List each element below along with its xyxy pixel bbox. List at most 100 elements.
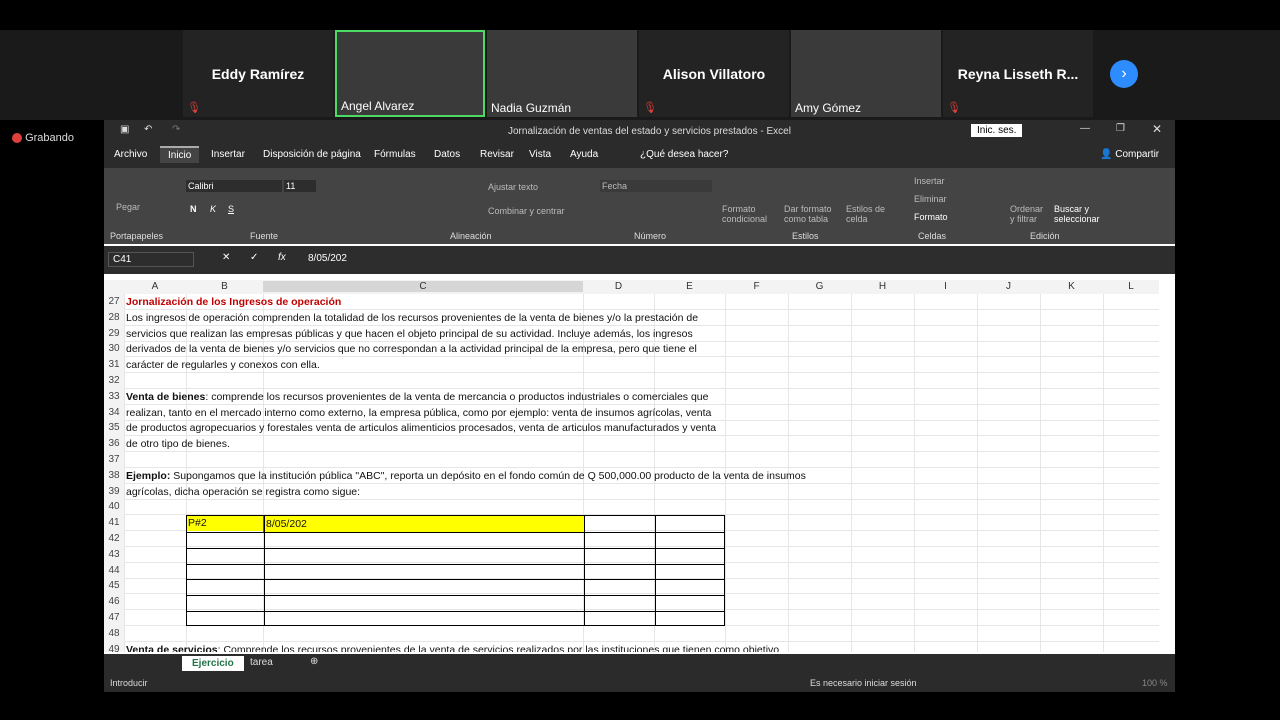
tab-ayuda[interactable]: Ayuda xyxy=(570,149,598,160)
row-number[interactable]: 28 xyxy=(104,309,124,326)
close-icon[interactable]: ✕ xyxy=(1152,122,1162,136)
cell-text[interactable]: derivados de la venta de bienes y/o serv… xyxy=(126,341,697,357)
column-header[interactable]: K xyxy=(1040,281,1103,292)
next-participants-button[interactable]: › xyxy=(1110,60,1138,88)
zoom-level[interactable]: 100 % xyxy=(1142,678,1168,688)
participant-tile[interactable]: Alison Villatoro 🎙 xyxy=(639,30,789,117)
underline-button[interactable]: S xyxy=(228,204,234,214)
row-number[interactable]: 27 xyxy=(104,294,124,310)
row-number[interactable]: 41 xyxy=(104,515,124,532)
row-number[interactable]: 42 xyxy=(104,531,124,547)
worksheet-grid[interactable]: 27 Jornalización de los Ingresos de opera… xyxy=(104,294,1159,652)
row-number[interactable]: 43 xyxy=(104,546,124,563)
bold-button[interactable]: N xyxy=(190,204,197,214)
tab-formulas[interactable]: Fórmulas xyxy=(374,149,416,160)
minimize-icon[interactable]: — xyxy=(1080,123,1090,134)
cell-text[interactable]: servicios que realizan las empresas públ… xyxy=(126,326,693,342)
participant-tile[interactable]: Amy Gómez xyxy=(791,30,941,117)
row-number[interactable]: 36 xyxy=(104,436,124,453)
restore-icon[interactable]: ❐ xyxy=(1116,123,1125,134)
tab-disposicion[interactable]: Disposición de página xyxy=(263,149,361,160)
font-dropdown[interactable]: Calibri xyxy=(186,180,282,192)
participant-tile[interactable]: Angel Alvarez xyxy=(335,30,485,117)
sheet-tab-tarea[interactable]: tarea xyxy=(250,657,273,668)
cell-c41[interactable]: 8/05/202 xyxy=(263,515,585,534)
row-number[interactable]: 46 xyxy=(104,594,124,611)
cell-text[interactable]: de otro tipo de bienes. xyxy=(126,436,230,452)
share-button[interactable]: 👤 Compartir xyxy=(1100,149,1159,160)
undo-icon[interactable]: ↶ xyxy=(144,124,152,135)
cell-text[interactable]: de productos agropecuarios y forestales … xyxy=(126,420,716,436)
participant-tile[interactable]: Reyna Lisseth R... 🎙 xyxy=(943,30,1093,117)
add-sheet-icon[interactable]: ⊕ xyxy=(310,656,318,667)
signin-button[interactable]: Inic. ses. xyxy=(971,124,1023,137)
column-header[interactable]: J xyxy=(977,281,1040,292)
cell-text[interactable]: agrícolas, dicha operación se registra c… xyxy=(126,484,360,500)
tab-insertar[interactable]: Insertar xyxy=(211,149,245,160)
row-number[interactable]: 35 xyxy=(104,420,124,437)
column-header[interactable]: C xyxy=(263,281,583,292)
cell-text[interactable]: Ejemplo: Supongamos que la institución p… xyxy=(126,468,806,484)
enter-icon[interactable]: ✓ xyxy=(250,252,258,263)
cancel-icon[interactable]: ✕ xyxy=(222,252,230,263)
conditional-format-button[interactable]: Formato condicional xyxy=(722,204,772,224)
row-number[interactable]: 38 xyxy=(104,467,124,484)
wrap-text-button[interactable]: Ajustar texto xyxy=(488,182,538,192)
delete-cells-button[interactable]: Eliminar xyxy=(914,194,947,204)
paste-button[interactable]: Pegar xyxy=(116,202,140,212)
format-cells-button[interactable]: Formato xyxy=(914,212,948,222)
column-header[interactable]: D xyxy=(583,281,654,292)
participant-tile[interactable]: Nadia Guzmán xyxy=(487,30,637,117)
formula-input[interactable]: 8/05/202 xyxy=(308,253,347,264)
row-number[interactable]: 30 xyxy=(104,341,124,358)
insert-cells-button[interactable]: Insertar xyxy=(914,176,945,186)
cell-text[interactable]: Los ingresos de operación comprenden la … xyxy=(126,310,698,326)
cell-b41[interactable]: P#2 xyxy=(186,515,265,532)
number-format-dropdown[interactable]: Fecha xyxy=(600,180,712,192)
tab-inicio[interactable]: Inicio xyxy=(160,146,200,163)
function-icon[interactable]: fx xyxy=(278,252,286,263)
row-number[interactable]: 45 xyxy=(104,578,124,595)
column-header[interactable]: H xyxy=(851,281,914,292)
row-number[interactable]: 39 xyxy=(104,483,124,500)
row-number[interactable]: 29 xyxy=(104,325,124,342)
row-number[interactable]: 44 xyxy=(104,562,124,579)
column-header[interactable]: E xyxy=(654,281,725,292)
row-number[interactable]: 34 xyxy=(104,404,124,421)
sheet-tab-ejercicio[interactable]: Ejercicio xyxy=(182,656,244,671)
cell-styles-button[interactable]: Estilos de celda xyxy=(846,204,886,224)
save-icon[interactable]: ▣ xyxy=(120,124,129,135)
tab-vista[interactable]: Vista xyxy=(529,149,551,160)
redo-icon[interactable]: ↷ xyxy=(172,124,180,135)
row-number[interactable]: 49 xyxy=(104,641,124,652)
tab-revisar[interactable]: Revisar xyxy=(480,149,514,160)
tell-me-search[interactable]: ¿Qué desea hacer? xyxy=(640,149,728,160)
tab-datos[interactable]: Datos xyxy=(434,149,460,160)
cell-text[interactable]: Venta de bienes: comprende los recursos … xyxy=(126,389,708,405)
row-number[interactable]: 48 xyxy=(104,625,124,642)
row-number[interactable]: 47 xyxy=(104,610,124,626)
merge-center-button[interactable]: Combinar y centrar xyxy=(488,206,565,216)
row-number[interactable]: 33 xyxy=(104,388,124,405)
row-number[interactable]: 40 xyxy=(104,499,124,516)
column-header[interactable]: B xyxy=(186,281,263,292)
format-as-table-button[interactable]: Dar formato como tabla xyxy=(784,204,840,224)
tab-archivo[interactable]: Archivo xyxy=(114,149,147,160)
column-header[interactable]: I xyxy=(914,281,977,292)
participant-tile[interactable]: Eddy Ramírez 🎙 xyxy=(183,30,333,117)
row-number[interactable]: 32 xyxy=(104,373,124,389)
column-header[interactable]: G xyxy=(788,281,851,292)
italic-button[interactable]: K xyxy=(210,204,216,214)
column-header[interactable]: F xyxy=(725,281,788,292)
cell-text[interactable]: Jornalización de los Ingresos de operaci… xyxy=(126,294,341,310)
find-select-button[interactable]: Buscar y seleccionar xyxy=(1054,204,1114,224)
column-header[interactable]: L xyxy=(1103,281,1159,292)
row-number[interactable]: 37 xyxy=(104,452,124,468)
row-number[interactable]: 31 xyxy=(104,357,124,374)
font-size-dropdown[interactable]: 11 xyxy=(284,180,316,192)
name-box[interactable]: C41 xyxy=(108,252,194,267)
cell-text[interactable]: carácter de regularles y conexos con ell… xyxy=(126,357,320,373)
cell-text[interactable]: Venta de servicios: Comprende los recurs… xyxy=(126,642,779,652)
cell-text[interactable]: realizan, tanto en el mercado interno co… xyxy=(126,405,711,421)
sort-filter-button[interactable]: Ordenar y filtrar xyxy=(1010,204,1050,224)
